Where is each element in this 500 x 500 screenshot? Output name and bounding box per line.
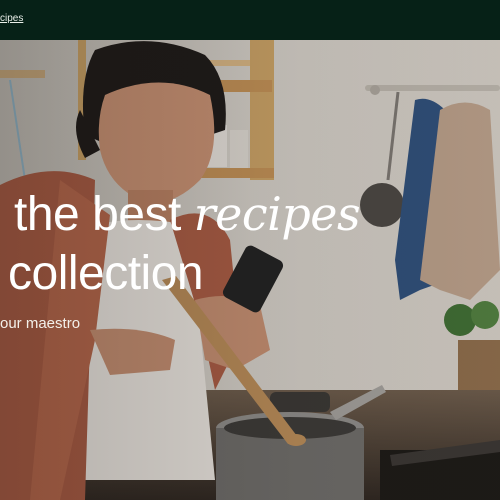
top-navigation-bar: cipes [0, 0, 500, 40]
hero-subtitle: our maestro [0, 315, 81, 332]
headline-plain-text: the best [14, 188, 181, 241]
hero-headline-line2: collection [8, 247, 204, 300]
headline-script-text: recipes [193, 187, 361, 241]
hero-headline-line1: the best recipes [14, 188, 361, 241]
nav-link-recipes[interactable]: cipes [0, 13, 23, 24]
